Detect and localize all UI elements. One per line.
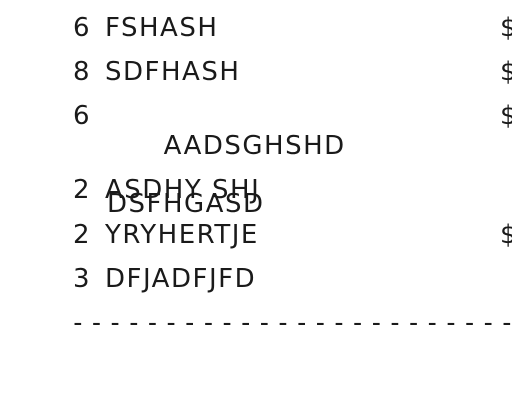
- item-quantity: 6: [73, 13, 91, 43]
- item-description: DFJADFJFD: [105, 264, 257, 294]
- item-quantity: 3: [73, 264, 91, 294]
- item-description: YRYHERTJE: [105, 220, 259, 250]
- list-item: 2 YRYHERTJE $: [0, 220, 512, 260]
- item-price: $: [500, 13, 512, 43]
- item-quantity: 6: [73, 101, 91, 131]
- item-description: SDFHASH: [105, 57, 241, 87]
- list-item: 2 ASDHY SHJ: [0, 175, 512, 215]
- list-item: 6 FSHASH $: [0, 13, 512, 53]
- list-item: 8 SDFHASH $: [0, 57, 512, 97]
- list-item: 6 AADSGHSHD DSFHGASD $: [0, 101, 512, 217]
- list-item: 3 DFJADFJFD: [0, 264, 512, 304]
- item-description: ASDHY SHJ: [105, 175, 261, 205]
- item-price: $: [500, 57, 512, 87]
- dashed-divider: ------------------------------: [70, 308, 512, 338]
- item-quantity: 2: [73, 220, 91, 250]
- item-quantity: 8: [73, 57, 91, 87]
- item-description-line-1: AADSGHSHD: [163, 131, 346, 161]
- receipt: 6 FSHASH $ 8 SDFHASH $ 6 AADSGHSHD DSFHG…: [0, 0, 512, 400]
- item-price: $: [500, 220, 512, 250]
- item-quantity: 2: [73, 175, 91, 205]
- item-price: $: [500, 101, 512, 131]
- item-description: FSHASH: [105, 13, 219, 43]
